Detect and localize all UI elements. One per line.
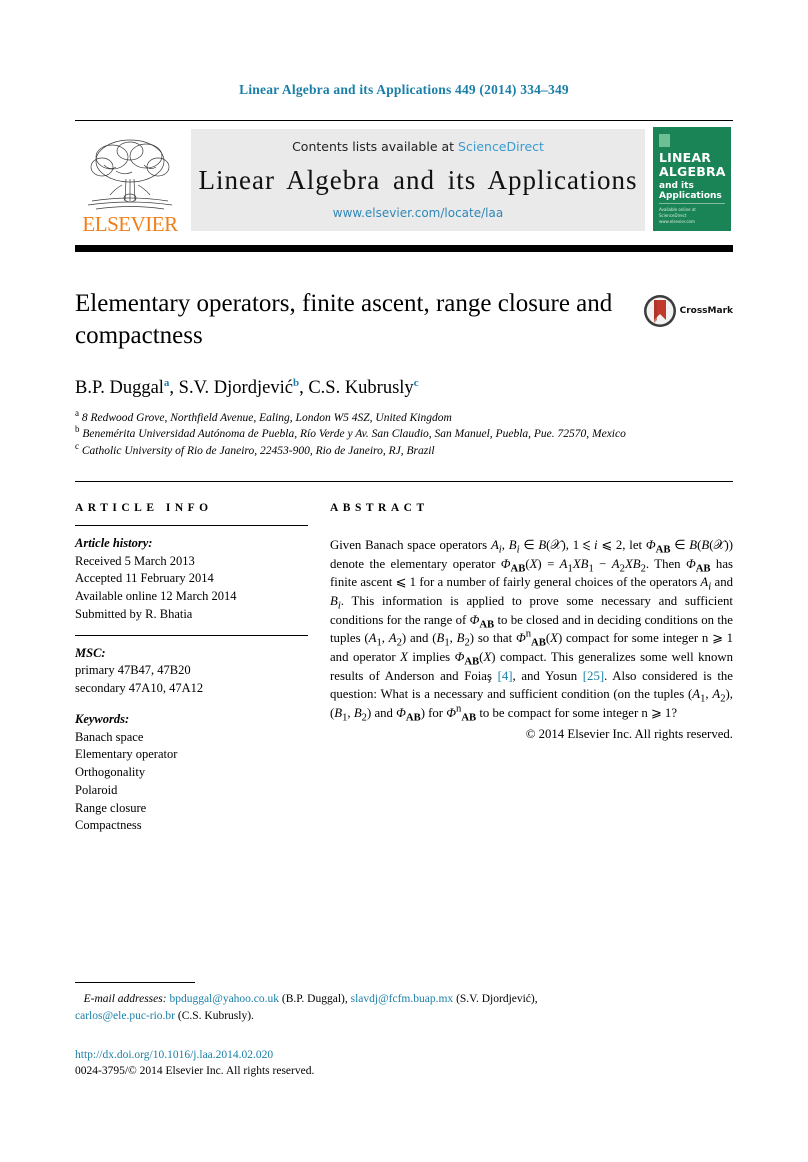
crossmark-badge[interactable]: CrossMark: [643, 294, 733, 328]
journal-masthead: ELSEVIER Contents lists available at Sci…: [75, 120, 733, 239]
cover-line-1: LINEAR: [659, 150, 712, 165]
affiliation-a: a 8 Redwood Grove, Northfield Avenue, Ea…: [75, 408, 452, 424]
article-history-group: Article history: Received 5 March 2013 A…: [75, 535, 308, 624]
email-link-kubrusly[interactable]: carlos@ele.puc-rio.br: [75, 1010, 175, 1022]
email-owner-djordjevic: (S.V. Djordjević): [456, 993, 535, 1006]
paper-page: Linear Algebra and its Applications 449 …: [0, 0, 808, 1162]
article-info-heading: ARTICLE INFO: [75, 501, 213, 514]
affiliation-c-text: Catholic University of Rio de Janeiro, 2…: [81, 444, 435, 457]
journal-cover-thumbnail: LINEAR ALGEBRA and its Applications Avail…: [651, 127, 733, 231]
affiliation-b: b Benemérita Universidad Autónoma de Pue…: [75, 424, 626, 441]
citation-link-25[interactable]: [25]: [583, 669, 604, 683]
contents-prefix: Contents lists available at: [292, 139, 455, 154]
email-label: E-mail addresses:: [83, 993, 167, 1006]
abstract-copyright: © 2014 Elsevier Inc. All rights reserved…: [525, 726, 733, 741]
article-info-column: ARTICLE INFO Article history: Received 5…: [75, 502, 330, 835]
history-received: Received 5 March 2013: [75, 553, 195, 568]
email-owner-kubrusly: (C.S. Kubrusly): [177, 1009, 252, 1022]
cover-line-2: ALGEBRA: [659, 163, 726, 179]
abstract-text: Given Banach space operators Ai, Bi ∈ B(…: [330, 537, 733, 724]
affiliation-b-text: Benemérita Universidad Autónoma de Puebl…: [82, 428, 626, 441]
msc-group: MSC: primary 47B47, 47B20 secondary 47A1…: [75, 645, 308, 698]
keyword-item: Polaroid: [75, 782, 118, 797]
keyword-item: Banach space: [75, 729, 144, 744]
doi-block: http://dx.doi.org/10.1016/j.laa.2014.02.…: [75, 1047, 733, 1080]
title-block: Elementary operators, finite ascent, ran…: [75, 288, 733, 352]
elsevier-wordmark: ELSEVIER: [82, 212, 178, 236]
keyword-item: Range closure: [75, 800, 147, 815]
email-owner-duggal: (B.P. Duggal): [281, 993, 345, 1006]
masthead-center: Contents lists available at ScienceDirec…: [191, 129, 645, 231]
author-affil-marker-c: c: [413, 376, 419, 389]
msc-primary: primary 47B47, 47B20: [75, 663, 191, 678]
keywords-label: Keywords:: [75, 711, 130, 726]
cover-line-3: and its Applications: [659, 181, 722, 202]
affiliation-a-text: 8 Redwood Grove, Northfield Avenue, Eali…: [81, 412, 452, 424]
author-affil-marker-a: a: [163, 376, 170, 389]
doi-link[interactable]: http://dx.doi.org/10.1016/j.laa.2014.02.…: [75, 1047, 733, 1064]
article-info-rule-top: [75, 524, 308, 526]
crossmark-icon: [643, 295, 676, 327]
footer-divider: [75, 982, 195, 984]
affiliation-list: a 8 Redwood Grove, Northfield Avenue, Ea…: [75, 408, 733, 459]
abstract-heading: ABSTRACT: [330, 501, 429, 514]
email-addresses: E-mail addresses: bpduggal@yahoo.co.uk (…: [75, 993, 538, 1022]
msc-label: MSC:: [75, 645, 106, 660]
keyword-item: Compactness: [75, 818, 142, 833]
journal-title: Linear Algebra and its Applications: [198, 164, 638, 195]
author-affil-marker-b: b: [292, 376, 300, 389]
email-link-duggal[interactable]: bpduggal@yahoo.co.uk: [169, 993, 279, 1005]
history-available-online: Available online 12 March 2014: [75, 589, 237, 604]
elsevier-logo: ELSEVIER: [75, 121, 185, 239]
article-history-label: Article history:: [75, 535, 153, 550]
keywords-group: Keywords: Banach space Elementary operat…: [75, 711, 308, 835]
abstract-column: ABSTRACT Given Banach space operators Ai…: [330, 502, 733, 835]
journal-url-link[interactable]: www.elsevier.com/locate/laa: [333, 206, 503, 220]
info-abstract-section: ARTICLE INFO Article history: Received 5…: [75, 502, 733, 835]
title-section-divider: [75, 480, 733, 482]
keyword-item: Elementary operator: [75, 747, 178, 762]
running-head: Linear Algebra and its Applications 449 …: [239, 82, 569, 97]
history-submitted-by: Submitted by R. Bhatia: [75, 606, 193, 621]
sciencedirect-link[interactable]: ScienceDirect: [458, 139, 544, 154]
keyword-item: Orthogonality: [75, 765, 146, 780]
cover-emblem-icon: [659, 134, 670, 147]
affiliation-c: c Catholic University of Rio de Janeiro,…: [75, 440, 435, 457]
contents-available-line: Contents lists available at ScienceDirec…: [292, 139, 544, 154]
issn-copyright-line: 0024-3795/© 2014 Elsevier Inc. All right…: [75, 1065, 315, 1078]
history-accepted: Accepted 11 February 2014: [75, 571, 214, 586]
article-info-rule-middle: [75, 634, 308, 636]
masthead-divider: [75, 245, 733, 252]
email-link-djordjevic[interactable]: slavdj@fcfm.buap.mx: [351, 993, 454, 1005]
citation-link-4[interactable]: [4]: [498, 669, 513, 683]
cover-footer-note: Available online at ScienceDirect www.el…: [659, 203, 725, 225]
msc-secondary: secondary 47A10, 47A12: [75, 681, 204, 696]
crossmark-label: CrossMark: [679, 306, 733, 316]
elsevier-tree-icon: [87, 139, 173, 210]
page-title: Elementary operators, finite ascent, ran…: [75, 290, 613, 349]
author-list: B.P. Duggala, S.V. Djordjevićb, C.S. Kub…: [75, 376, 419, 398]
page-footer: E-mail addresses: bpduggal@yahoo.co.uk (…: [75, 982, 733, 1080]
